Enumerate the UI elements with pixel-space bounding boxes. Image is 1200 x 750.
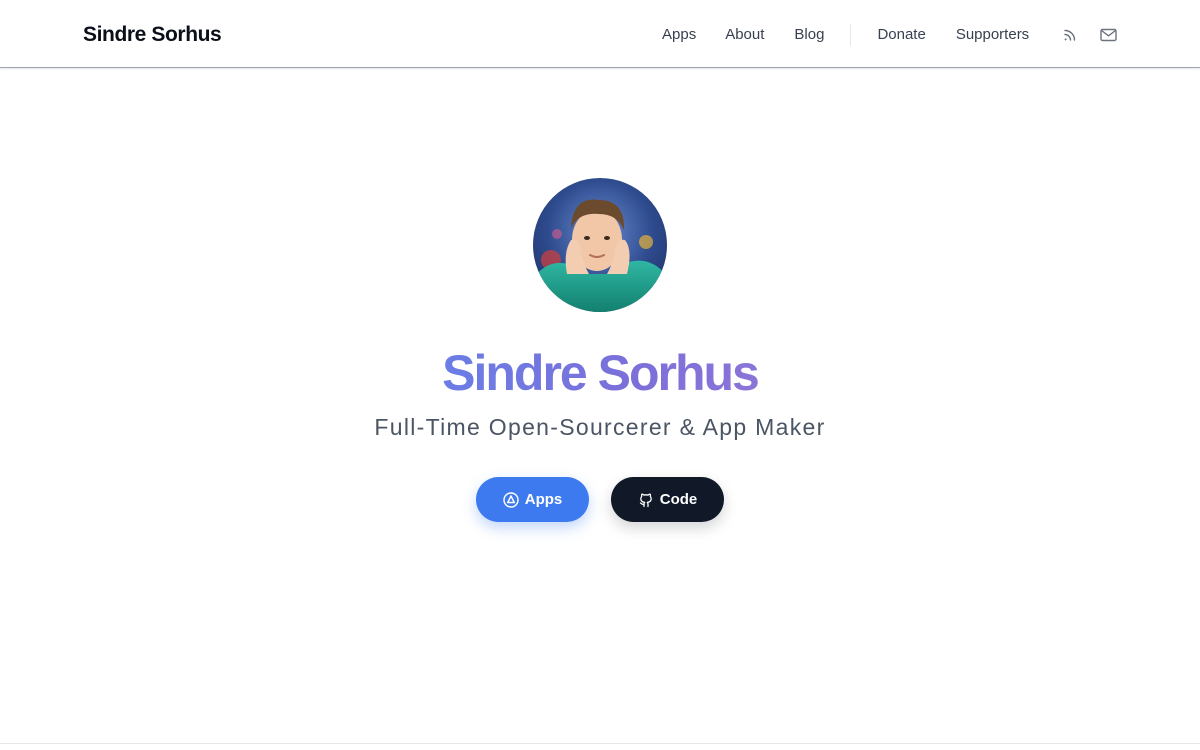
nav-apps-link[interactable]: Apps: [662, 25, 696, 45]
nav-divider: [850, 24, 852, 46]
hero-name: Sindre Sorhus: [0, 343, 1200, 403]
hero-name-text: Sindre Sorhus: [442, 345, 760, 401]
nav-supporters-link[interactable]: Supporters: [956, 25, 1029, 45]
footer-divider: [0, 743, 1200, 744]
code-button[interactable]: Code: [611, 477, 724, 522]
avatar: [533, 178, 667, 312]
main-nav: Apps About Blog Donate Supporters: [662, 24, 1117, 46]
hero-section: Sindre Sorhus Full-Time Open-Sourcerer &…: [0, 68, 1200, 740]
apps-button[interactable]: Apps: [476, 477, 589, 522]
code-button-label: Code: [659, 491, 698, 508]
rss-icon[interactable]: [1061, 26, 1079, 44]
nav-donate-link[interactable]: Donate: [877, 25, 925, 45]
apps-button-label: Apps: [524, 491, 563, 508]
site-brand-link[interactable]: Sindre Sorhus: [83, 22, 222, 48]
github-icon: [638, 492, 654, 508]
site-header: Sindre Sorhus Apps About Blog Donate Sup…: [0, 0, 1200, 68]
mail-icon[interactable]: [1099, 26, 1117, 44]
nav-about-link[interactable]: About: [725, 25, 764, 45]
nav-blog-link[interactable]: Blog: [794, 25, 824, 45]
hero-tagline: Full-Time Open-Sourcerer & App Maker: [374, 414, 826, 440]
app-store-icon: [503, 491, 519, 508]
